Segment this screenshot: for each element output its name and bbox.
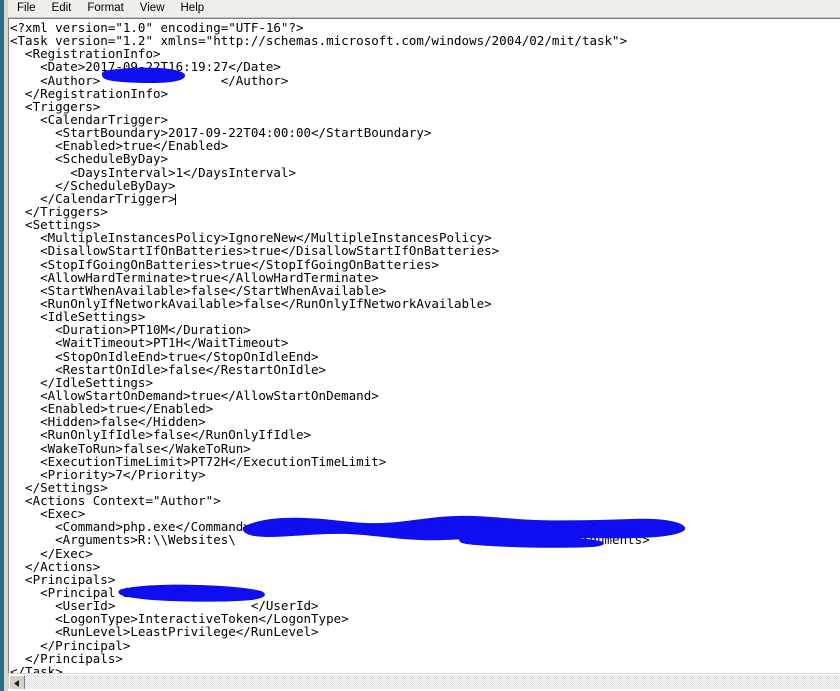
code-line: <RestartOnIdle>false</RestartOnIdle> — [10, 361, 327, 377]
notepad-window: File Edit Format View Help <?xml version… — [0, 0, 840, 691]
code-line: </CalendarTrigger> — [10, 190, 176, 206]
document-text[interactable]: <?xml version="1.0" encoding="UTF-16"?> <… — [10, 21, 840, 673]
menu-item-file[interactable]: File — [10, 0, 43, 17]
window-left-edge-inner — [4, 0, 8, 691]
code-line: <Actions Context="Author"> — [10, 493, 221, 509]
code-line: <WaitTimeout>PT1H</WaitTimeout> — [10, 335, 289, 351]
menu-item-edit[interactable]: Edit — [45, 0, 79, 17]
code-line: </Principal> — [10, 637, 131, 653]
menu-item-format[interactable]: Format — [80, 0, 130, 17]
code-line: <ScheduleByDay> — [10, 151, 169, 167]
text-editor-area[interactable]: <?xml version="1.0" encoding="UTF-16"?> <… — [8, 18, 840, 673]
code-line: <Priority>7</Priority> — [10, 466, 206, 482]
text-caret — [174, 193, 176, 205]
code-line: <Date>2017-09-22T16:19:27</Date> — [10, 59, 281, 75]
code-line: </Actions> — [10, 558, 101, 574]
code-line: </IdleSettings> — [10, 374, 153, 390]
code-line: </Exec> — [10, 545, 93, 561]
code-line: <WakeToRun>false</WakeToRun> — [10, 440, 251, 456]
menu-item-help[interactable]: Help — [174, 0, 212, 17]
code-line: <RunOnlyIfIdle>false</RunOnlyIfIdle> — [10, 427, 312, 443]
code-line: <Triggers> — [10, 98, 101, 114]
code-line: </Task> — [10, 663, 63, 673]
code-line: </Triggers> — [10, 203, 108, 219]
code-line: <Author> </Author> — [10, 72, 289, 88]
code-line: <StopIfGoingOnBatteries>true</StopIfGoin… — [10, 256, 439, 272]
code-line: <Arguments>R:\\Websites\ php</Arguments> — [10, 532, 650, 548]
code-line: </RegistrationInfo> — [10, 85, 169, 101]
code-line: <AllowHardTerminate>true</AllowHardTermi… — [10, 269, 379, 285]
menu-item-view[interactable]: View — [133, 0, 172, 17]
code-line: <DisallowStartIfOnBatteries>true</Disall… — [10, 243, 500, 259]
code-line: <DaysInterval>1</DaysInterval> — [10, 164, 296, 180]
code-line: <ExecutionTimeLimit>PT72H</ExecutionTime… — [10, 453, 387, 469]
code-line: <StopOnIdleEnd>true</StopOnIdleEnd> — [10, 348, 319, 364]
code-line: </Principals> — [10, 650, 123, 666]
code-line: </ScheduleByDay> — [10, 177, 176, 193]
code-line: <StartWhenAvailable>false</StartWhenAvai… — [10, 282, 387, 298]
code-line: <RunLevel>LeastPrivilege</RunLevel> — [10, 624, 319, 640]
menu-bar: File Edit Format View Help — [0, 0, 840, 18]
window-left-edge — [0, 0, 4, 691]
